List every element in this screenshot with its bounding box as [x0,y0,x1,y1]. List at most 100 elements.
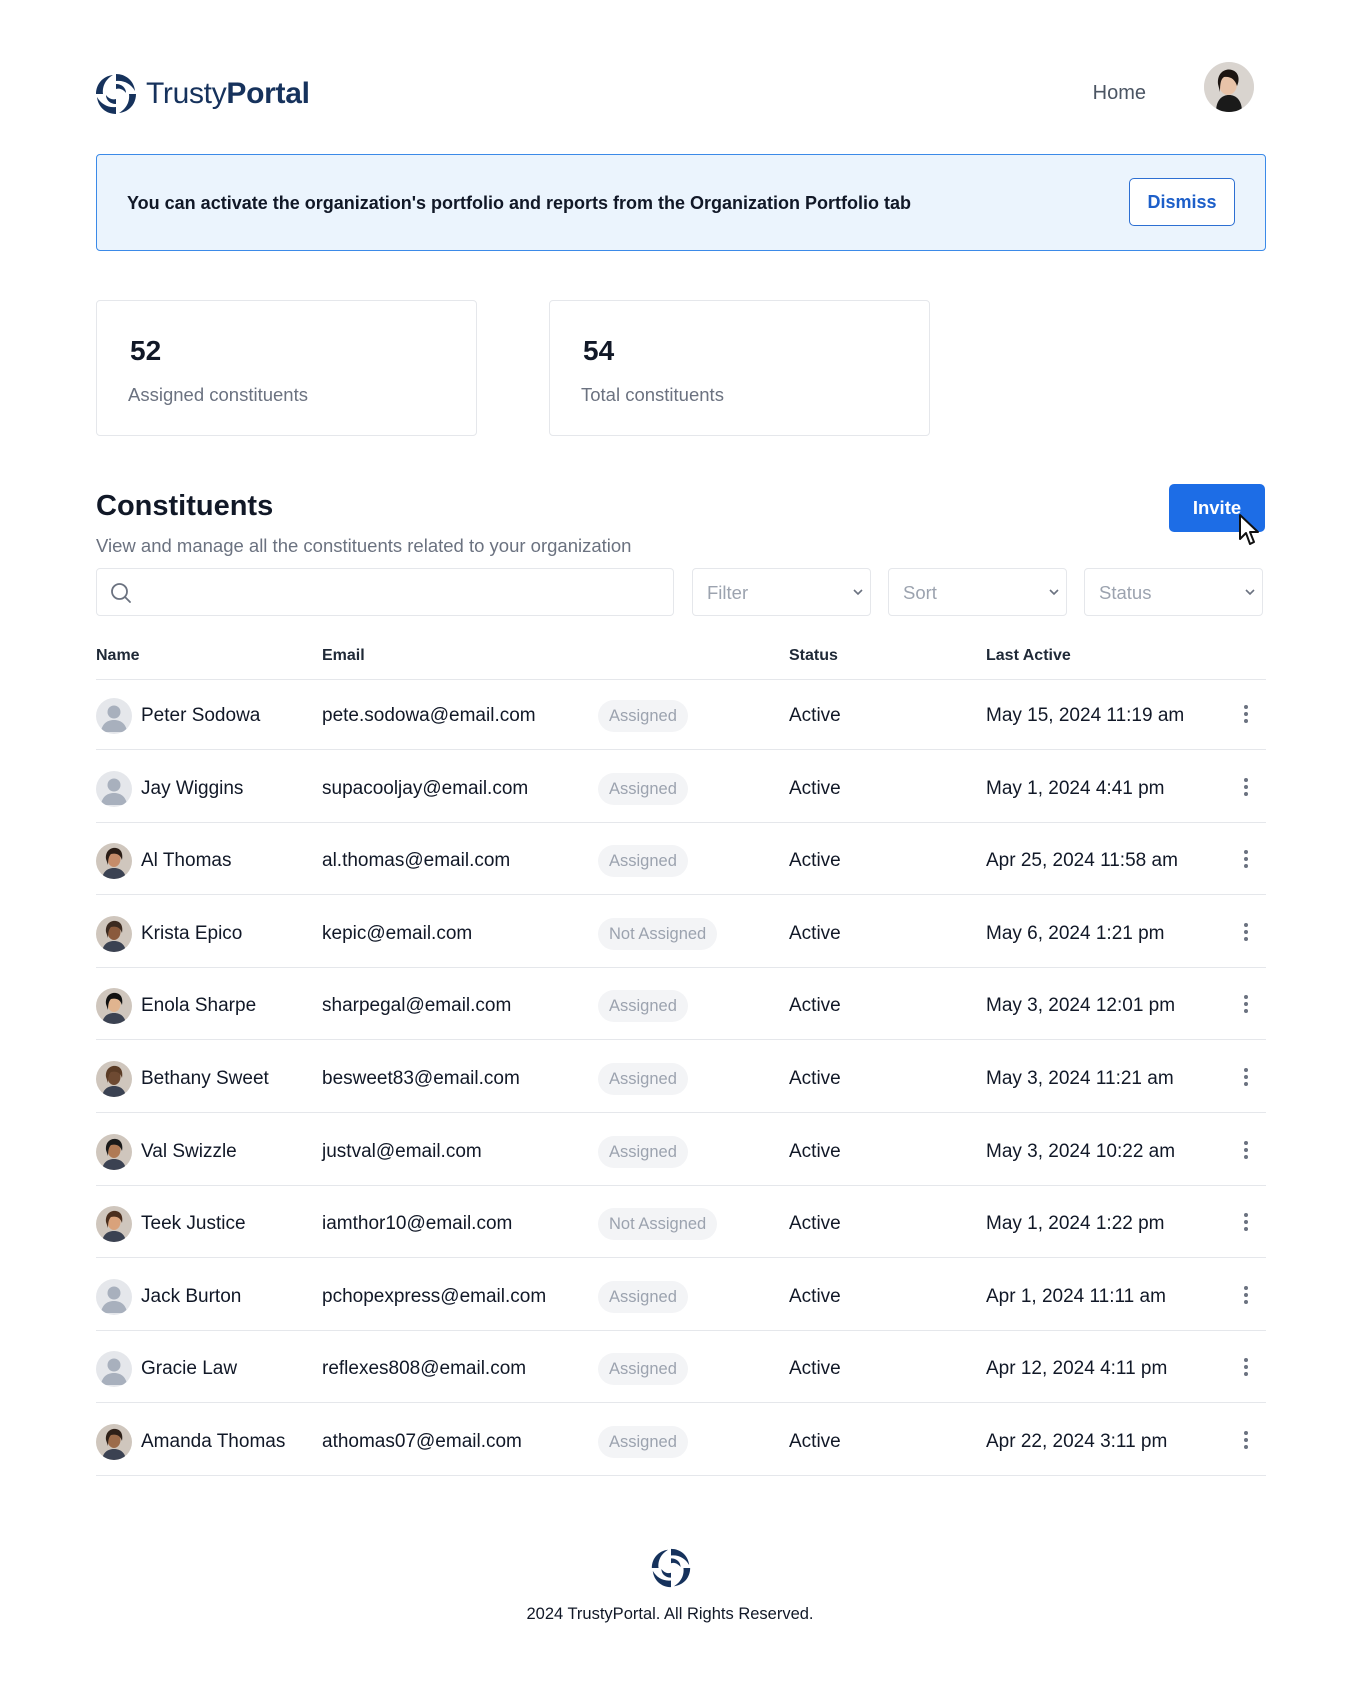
constituent-status: Active [789,1431,841,1452]
avatar [96,698,132,734]
assignment-badge: Assigned [598,700,688,732]
user-photo-icon [96,843,132,880]
last-active-time: May 1, 2024 4:41 pm [986,777,1165,799]
user-photo-icon [96,1133,132,1170]
section-title: Constituents [96,490,274,522]
constituent-status: Active [789,1213,841,1235]
avatar [96,1206,132,1243]
dismiss-button[interactable]: Dismiss [1129,178,1235,226]
row-actions-menu-icon[interactable] [1236,702,1256,730]
info-banner: You can activate the organization's port… [96,154,1266,251]
constituent-email: kepic@email.com [322,922,473,944]
table-row[interactable]: Bethany Sweet besweet83@email.com Assigned… [96,1043,1266,1113]
avatar [96,1278,132,1315]
constituent-name[interactable]: Gracie Law [141,1358,237,1380]
constituent-email: pchopexpress@email.com [322,1285,547,1307]
constituent-status: Active [789,995,841,1017]
column-header-email[interactable]: Email [322,647,365,665]
user-photo-icon [96,1206,132,1243]
constituent-name[interactable]: Krista Epico [141,923,242,945]
row-actions-menu-icon[interactable] [1236,920,1256,948]
stat-label: Assigned constituents [128,384,308,405]
chevron-down-icon [853,589,863,596]
banner-message: You can activate the organization's port… [127,193,912,213]
constituent-email: reflexes808@email.com [322,1358,527,1380]
last-active-time: May 15, 2024 11:19 am [986,705,1185,726]
constituent-status: Active [789,922,841,944]
trustyportal-logo-icon [96,74,136,114]
constituent-status: Active [789,1068,841,1089]
user-photo-icon [96,988,132,1025]
table-row[interactable]: Amanda Thomas athomas07@email.com Assigned… [96,1406,1266,1476]
table-row[interactable]: Peter Sodowa pete.sodowa@email.com Assigne… [96,680,1266,750]
user-photo-icon [96,1424,132,1460]
table-row[interactable]: Krista Epico kepic@email.com Not Assigned A… [96,898,1266,968]
table-row[interactable]: Jack Burton pchopexpress@email.com Assigne… [96,1261,1266,1331]
constituent-name[interactable]: Al Thomas [141,850,231,872]
user-placeholder-icon [96,698,132,734]
user-placeholder-icon [96,770,132,807]
stat-card-assigned: 52 Assigned constituents [96,300,477,436]
constituent-email: al.thomas@email.com [322,850,511,872]
assignment-badge: Not Assigned [598,1208,718,1241]
chevron-down-icon [1245,589,1255,596]
constituent-status: Active [789,850,841,872]
sort-select[interactable]: Sort [888,568,1067,616]
table-row[interactable]: Enola Sharpe sharpegal@email.com Assigned A… [96,970,1266,1041]
assignment-badge: Assigned [598,1353,688,1386]
table-row[interactable]: Val Swizzle justval@email.com Assigned Acti… [96,1116,1266,1186]
row-actions-menu-icon[interactable] [1236,1210,1256,1238]
row-actions-menu-icon[interactable] [1236,847,1256,875]
column-header-last-active[interactable]: Last Active [986,647,1071,665]
stat-label: Total constituents [581,384,724,405]
logo-wordmark: TrustyPortal [146,77,310,110]
column-header-name[interactable]: Name [96,647,140,665]
row-actions-menu-icon[interactable] [1236,1283,1256,1311]
constituent-name[interactable]: Teek Justice [141,1213,246,1235]
column-header-status[interactable]: Status [789,647,838,665]
header: TrustyPortal Home [92,62,1272,122]
constituent-name[interactable]: Amanda Thomas [141,1431,285,1453]
status-select[interactable]: Status [1084,568,1263,616]
footer-copyright: 2024 TrustyPortal. All Rights Reserved. [526,1605,814,1623]
constituent-email: justval@email.com [322,1140,482,1162]
constituent-name[interactable]: Enola Sharpe [141,995,256,1017]
assignment-badge: Assigned [598,1426,688,1458]
filter-select[interactable]: Filter [692,568,871,616]
row-actions-menu-icon[interactable] [1236,1065,1256,1093]
stat-value: 54 [583,335,615,366]
logo[interactable]: TrustyPortal [92,70,310,118]
row-actions-menu-icon[interactable] [1236,1138,1256,1166]
stat-card-total: 54 Total constituents [549,300,930,436]
constituent-name[interactable]: Val Swizzle [141,1141,237,1163]
last-active-time: May 1, 2024 1:22 pm [986,1213,1165,1235]
assignment-badge: Not Assigned [598,917,718,950]
search-box [96,568,674,616]
avatar [96,770,132,807]
nav-home-link[interactable]: Home [1093,82,1146,105]
user-avatar-photo-icon [1204,62,1254,112]
constituent-name[interactable]: Peter Sodowa [141,705,260,727]
last-active-time: May 3, 2024 10:22 am [986,1140,1176,1162]
section-subtitle: View and manage all the constituents rel… [96,535,632,556]
mouse-cursor-icon [1239,514,1259,545]
table-row[interactable]: Jay Wiggins supacooljay@email.com Assigned… [96,753,1266,823]
assignment-badge: Assigned [598,1280,688,1313]
constituent-name[interactable]: Jack Burton [141,1286,241,1308]
table-row[interactable]: Al Thomas al.thomas@email.com Assigned Acti… [96,825,1266,896]
table-row[interactable]: Teek Justice iamthor10@email.com Not Assig… [96,1188,1266,1259]
user-avatar[interactable] [1204,62,1254,112]
constituent-status: Active [789,705,841,726]
constituent-name[interactable]: Bethany Sweet [141,1068,269,1090]
constituent-status: Active [789,1140,841,1162]
constituent-name[interactable]: Jay Wiggins [141,778,243,800]
search-input[interactable] [142,577,662,607]
row-actions-menu-icon[interactable] [1236,775,1256,803]
table-row[interactable]: Gracie Law reflexes808@email.com Assigned A… [96,1333,1266,1404]
row-actions-menu-icon[interactable] [1236,1428,1256,1456]
row-actions-menu-icon[interactable] [1236,1355,1256,1383]
stat-value: 52 [130,335,162,366]
avatar [96,1424,132,1460]
row-actions-menu-icon[interactable] [1236,992,1256,1020]
footer-logo-icon [651,1548,691,1588]
